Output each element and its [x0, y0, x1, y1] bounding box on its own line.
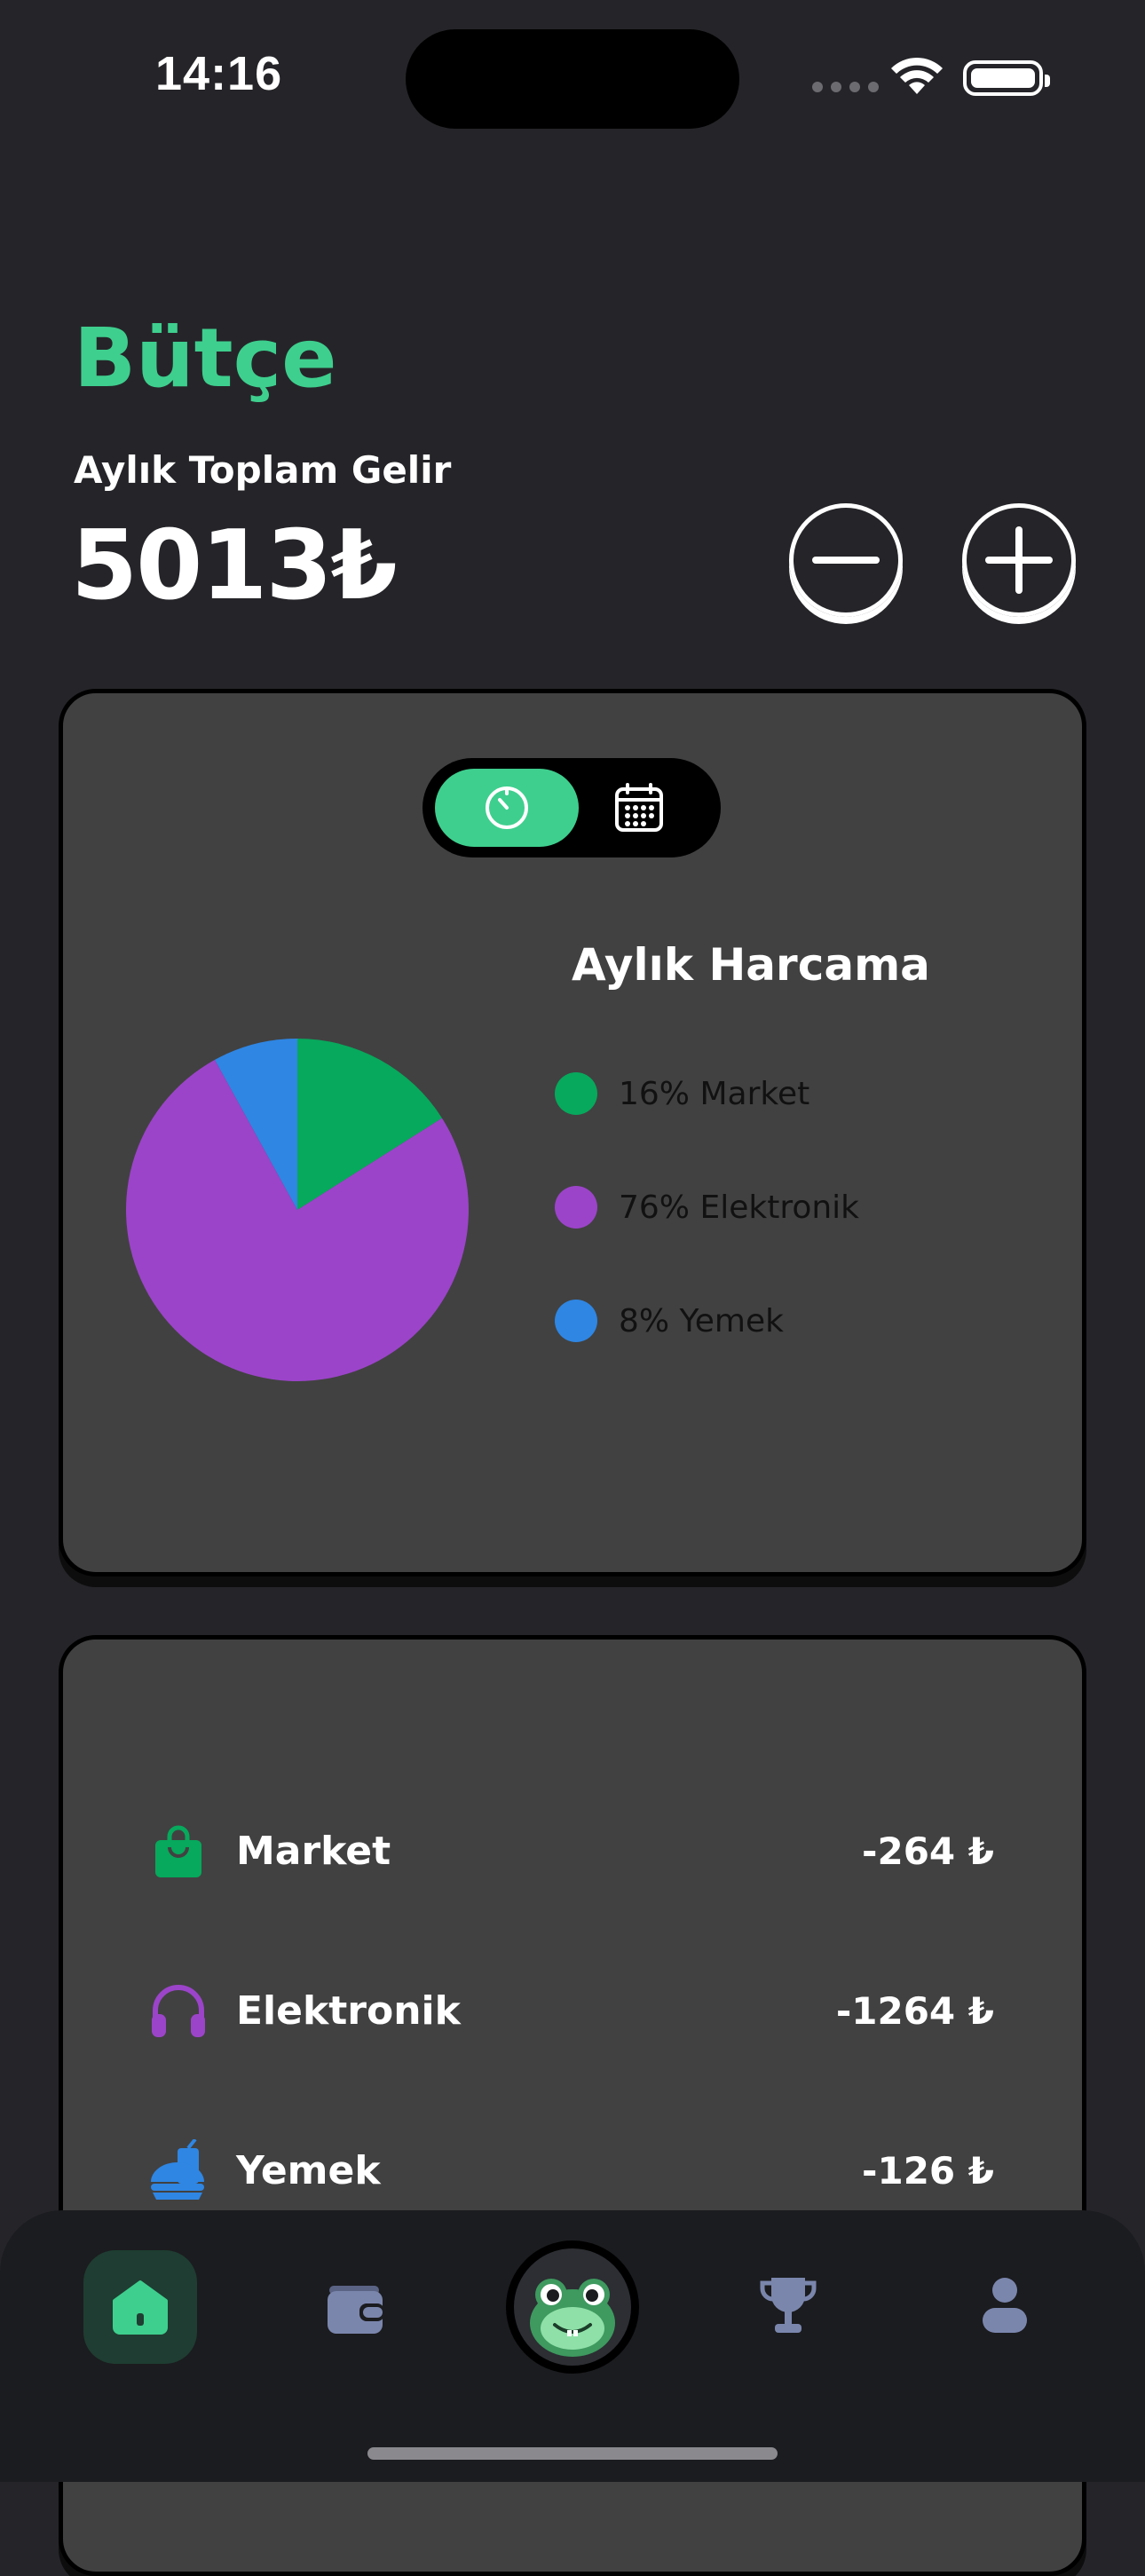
- legend-dot: [555, 1072, 597, 1115]
- nav-home-button[interactable]: [83, 2250, 197, 2364]
- list-item-yemek[interactable]: Yemek -126 ₺: [147, 2130, 994, 2210]
- category-amount: -126 ₺: [862, 2148, 994, 2193]
- legend-item-yemek: 8% Yemek: [555, 1300, 784, 1342]
- calendar-icon: [615, 783, 663, 832]
- page-title: Bütçe: [74, 311, 337, 406]
- toggle-calendar-option[interactable]: [612, 781, 666, 838]
- nav-mascot-button[interactable]: [506, 2240, 639, 2374]
- home-indicator: [367, 2447, 778, 2460]
- legend-dot: [555, 1300, 597, 1342]
- headphones-icon: [147, 1979, 209, 2042]
- home-icon: [113, 2280, 168, 2335]
- category-name: Yemek: [236, 2147, 381, 2193]
- subtract-expense-button[interactable]: [789, 503, 903, 617]
- nav-trophy-button[interactable]: [748, 2265, 828, 2345]
- legend-item-market: 16% Market: [555, 1072, 809, 1115]
- plus-icon: [985, 526, 1053, 594]
- status-time: 14:16: [155, 47, 283, 100]
- legend-label: 8% Yemek: [619, 1302, 784, 1339]
- legend-label: 76% Elektronik: [619, 1189, 860, 1226]
- list-item-market[interactable]: Market -264 ₺: [147, 1811, 994, 1891]
- cellular-signal-icon: [812, 82, 879, 92]
- nav-wallet-button[interactable]: [316, 2267, 396, 2347]
- spending-pie-chart: [125, 1039, 469, 1381]
- dynamic-island: [406, 29, 739, 129]
- profile-icon: [983, 2278, 1027, 2333]
- legend-label: 16% Market: [619, 1075, 810, 1112]
- legend-item-elektronik: 76% Elektronik: [555, 1186, 859, 1229]
- frog-mascot-icon: [530, 2279, 615, 2357]
- nav-profile-button[interactable]: [965, 2265, 1045, 2345]
- trophy-icon: [760, 2278, 817, 2333]
- timer-icon: [486, 786, 528, 829]
- battery-icon: [963, 60, 1050, 96]
- category-amount: -1264 ₺: [835, 1988, 994, 2033]
- category-amount: -264 ₺: [862, 1829, 994, 1873]
- shopping-bag-icon: [147, 1820, 209, 1882]
- add-income-button[interactable]: [962, 503, 1076, 617]
- legend-dot: [555, 1186, 597, 1229]
- minus-icon: [812, 557, 880, 564]
- chart-title: Aylık Harcama: [572, 939, 930, 991]
- category-name: Market: [236, 1828, 391, 1874]
- category-name: Elektronik: [236, 1987, 461, 2034]
- income-value: 5013₺: [71, 510, 398, 621]
- income-label: Aylık Toplam Gelir: [74, 448, 452, 492]
- wallet-icon: [328, 2286, 384, 2334]
- food-icon: [147, 2139, 209, 2201]
- wifi-icon: [891, 57, 943, 94]
- toggle-timer-option[interactable]: [435, 769, 579, 847]
- list-item-elektronik[interactable]: Elektronik -1264 ₺: [147, 1971, 994, 2051]
